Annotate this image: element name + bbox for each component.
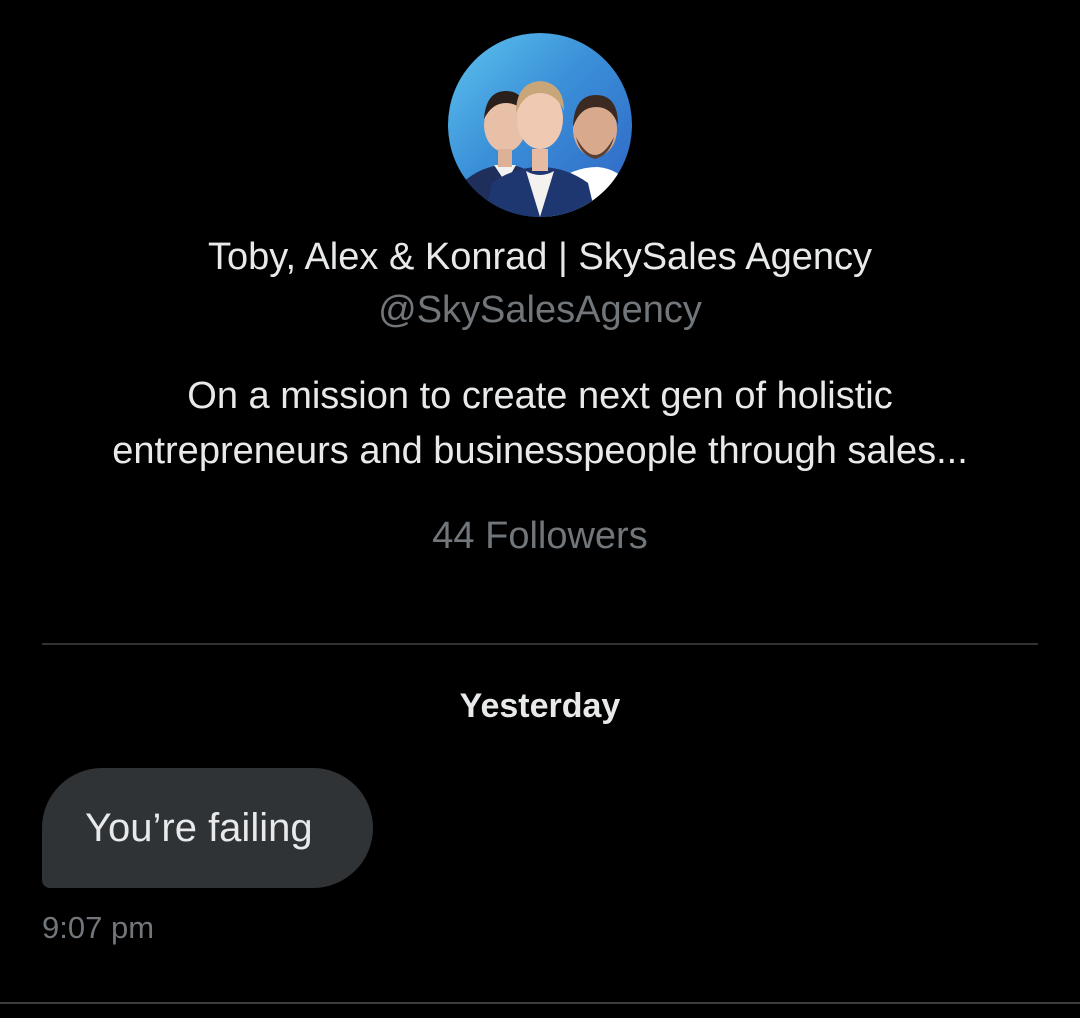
date-separator: Yesterday — [459, 687, 621, 725]
bio-line: entrepreneurs and businesspeople through… — [112, 430, 968, 472]
profile-avatar[interactable] — [448, 33, 632, 217]
bio-line: On a mission to create next gen of holis… — [187, 375, 893, 417]
profile-bio: On a mission to create next gen of holis… — [60, 369, 1020, 479]
received-message-bubble[interactable]: You’re failing — [42, 768, 373, 888]
section-divider — [42, 643, 1038, 645]
profile-display-name[interactable]: Toby, Alex & Konrad | SkySales Agency — [0, 232, 1080, 282]
message-timestamp: 9:07 pm — [42, 910, 155, 945]
composer-top-border — [0, 1002, 1080, 1004]
avatar-photo-illustration — [456, 81, 632, 217]
followers-count[interactable]: 44 Followers — [0, 511, 1080, 561]
profile-handle[interactable]: @SkySalesAgency — [0, 285, 1080, 335]
